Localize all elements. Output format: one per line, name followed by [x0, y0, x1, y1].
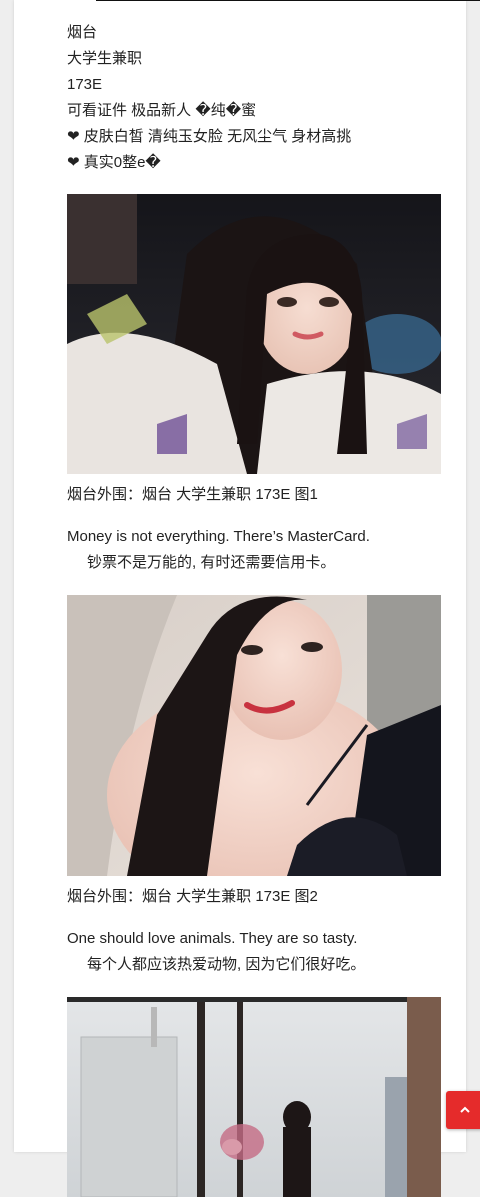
photo-2[interactable]: [67, 595, 441, 876]
quote-1-en: Money is not everything. There’s MasterC…: [67, 528, 370, 545]
intro-city: 烟台: [67, 24, 98, 41]
quote-1-cn: 钞票不是万能的, 有时还需要信用卡。: [87, 554, 336, 571]
article-content: 烟台 大学生兼职 173E 可看证件 极品新人 �纯�蜜 ❤ 皮肤白皙 清纯玉女…: [67, 20, 441, 1197]
chevron-up-icon: [460, 1106, 470, 1113]
intro-desc-1: ❤ 皮肤白皙 清纯玉女脸 无风尘气 身材高挑: [67, 128, 352, 145]
header-image-edge: [96, 0, 480, 1]
intro-type: 大学生兼职: [67, 50, 143, 67]
quote-2-cn: 每个人都应该热爱动物, 因为它们很好吃。: [87, 956, 366, 973]
intro-desc-2: ❤ 真实0整e�: [67, 154, 161, 171]
photo-3[interactable]: [67, 997, 441, 1197]
photo-2-caption: 烟台外围：烟台 大学生兼职 173E 图2: [67, 888, 318, 905]
intro-size: 173E: [67, 76, 103, 93]
back-to-top-button[interactable]: [446, 1091, 480, 1129]
article-page: 烟台 大学生兼职 173E 可看证件 极品新人 �纯�蜜 ❤ 皮肤白皙 清纯玉女…: [14, 0, 480, 1197]
photo-1-caption: 烟台外围：烟台 大学生兼职 173E 图1: [67, 486, 318, 503]
quote-2-en: One should love animals. They are so tas…: [67, 930, 358, 947]
photo-1[interactable]: [67, 194, 441, 474]
intro-tags: 可看证件 极品新人 �纯�蜜: [67, 102, 257, 119]
